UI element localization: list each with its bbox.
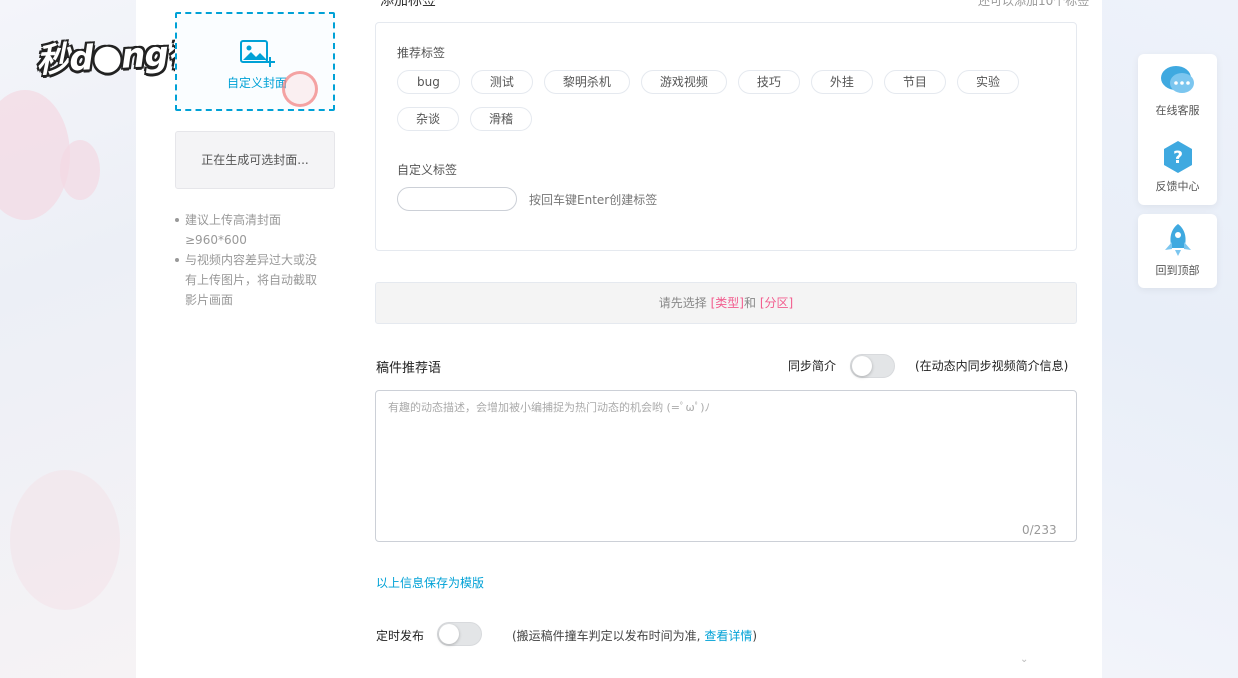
tip-item-cont: ≥960*600	[185, 233, 247, 247]
notice-type-link[interactable]: [类型]	[711, 296, 744, 310]
tags-remaining: 还可以添加10个标签	[978, 0, 1090, 8]
tip-item: 与视频内容差异过大或没	[173, 250, 333, 270]
schedule-label: 定时发布	[376, 629, 425, 643]
tag-chip[interactable]: 黎明杀机	[543, 70, 630, 94]
sync-intro-toggle[interactable]	[850, 354, 895, 378]
tag-chip[interactable]: 游戏视频	[640, 70, 727, 94]
tag-chip[interactable]: 外挂	[810, 70, 873, 94]
online-service-button[interactable]: 在线客服	[1138, 64, 1217, 118]
schedule-hint: (搬运稿件撞车判定以发布时间为准, 查看详情)	[512, 627, 757, 644]
recommended-tags-label: 推荐标签	[397, 46, 446, 60]
svg-text:?: ?	[1173, 148, 1183, 168]
tag-chip[interactable]: 测试	[470, 70, 533, 94]
back-to-top-panel: 回到顶部	[1138, 214, 1217, 288]
online-service-label: 在线客服	[1155, 104, 1200, 117]
tip-item-cont: 有上传图片，将自动截取	[185, 273, 318, 287]
question-hexagon-icon: ?	[1163, 141, 1192, 173]
tag-chip[interactable]: 实验	[956, 70, 1019, 94]
custom-tag-hint: 按回车键Enter创建标签	[529, 193, 658, 207]
tip-item: 建议上传高清封面	[173, 210, 333, 230]
image-add-icon	[240, 40, 275, 67]
chevron-down-icon: ⌄	[1020, 654, 1029, 665]
toggle-knob	[852, 356, 872, 376]
chat-bubble-icon	[1160, 66, 1194, 93]
toggle-knob	[439, 624, 459, 644]
cover-tips: 建议上传高清封面 ≥960*600 与视频内容差异过大或没 有上传图片，将自动截…	[173, 210, 333, 310]
back-to-top-button[interactable]: 回到顶部	[1138, 222, 1217, 278]
category-notice: 请先选择 [类型]和 [分区]	[375, 282, 1077, 324]
background-left-decoration	[0, 0, 136, 678]
tag-chip[interactable]: 节目	[883, 70, 946, 94]
notice-text: 请先选择	[658, 296, 711, 310]
rocket-icon	[1164, 224, 1191, 256]
save-template-link[interactable]: 以上信息保存为模版	[376, 574, 484, 591]
tags-panel: 推荐标签 bug 测试 黎明杀机 游戏视频 技巧 外挂 节目 实验 杂谈 滑稽 …	[375, 22, 1077, 251]
sync-intro-label: 同步简介	[788, 359, 837, 373]
view-details-link[interactable]: 查看详情	[704, 629, 752, 643]
schedule-hint-text: (搬运稿件撞车判定以发布时间为准,	[512, 629, 701, 643]
char-counter: 0/233	[1022, 523, 1057, 537]
notice-text: 和	[744, 296, 760, 310]
tag-chip[interactable]: bug	[397, 70, 460, 94]
tip-item-cont: 影片画面	[185, 293, 234, 307]
tag-chip[interactable]: 滑稽	[470, 107, 533, 131]
recommend-title: 稿件推荐语	[376, 361, 442, 376]
recommended-tags-row-2: 杂谈 滑稽	[397, 107, 533, 131]
schedule-hint-end: )	[752, 629, 758, 643]
notice-zone-link[interactable]: [分区]	[760, 296, 793, 310]
sync-intro-hint: (在动态内同步视频简介信息)	[915, 359, 1069, 373]
feedback-label: 反馈中心	[1155, 180, 1200, 193]
cover-generating-status: 正在生成可选封面...	[175, 131, 335, 189]
recommend-textarea[interactable]	[375, 390, 1077, 542]
tag-chip[interactable]: 技巧	[737, 70, 800, 94]
custom-tags-label: 自定义标签	[397, 163, 458, 177]
side-toolbar: 在线客服 ? 反馈中心	[1138, 54, 1217, 205]
back-to-top-label: 回到顶部	[1155, 264, 1200, 277]
recommended-tags-row-1: bug 测试 黎明杀机 游戏视频 技巧 外挂 节目 实验	[397, 70, 1019, 94]
schedule-toggle[interactable]	[437, 622, 482, 646]
add-tags-title: 添加标签	[380, 0, 436, 9]
click-indicator	[282, 71, 318, 107]
tag-chip[interactable]: 杂谈	[397, 107, 460, 131]
custom-tag-input[interactable]	[397, 187, 517, 211]
feedback-button[interactable]: ? 反馈中心	[1138, 140, 1217, 194]
